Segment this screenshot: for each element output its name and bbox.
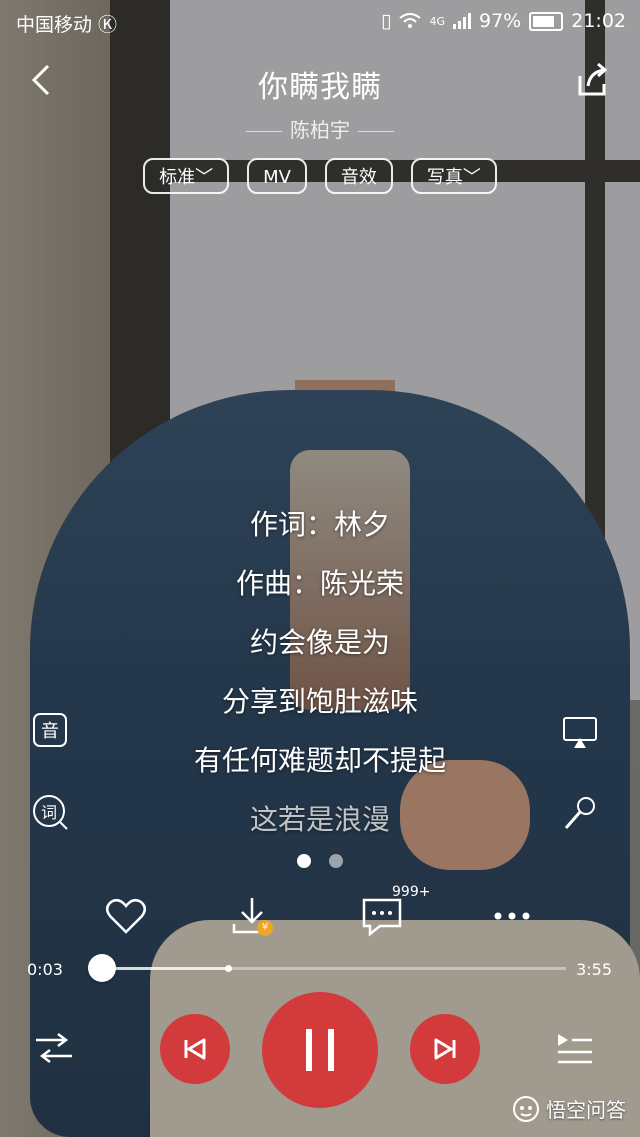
heart-icon[interactable] bbox=[102, 892, 150, 940]
next-button[interactable] bbox=[410, 1014, 480, 1084]
microphone-icon[interactable] bbox=[562, 796, 598, 832]
player-screen: 中国移动 Ⓚ ▯ 4G 97% 21:02 你瞒我瞒 陈柏宇 标准﹀ MV 音效… bbox=[0, 0, 640, 1137]
lyric-line: 分享到饱肚滋味 bbox=[221, 685, 418, 718]
playlist-icon[interactable] bbox=[554, 1030, 594, 1066]
cast-icon[interactable] bbox=[562, 714, 598, 750]
vibrate-icon: ▯ bbox=[381, 10, 392, 32]
mv-chip[interactable]: MV bbox=[247, 158, 307, 194]
song-header: 你瞒我瞒 陈柏宇 标准﹀ MV 音效 写真﹀ bbox=[0, 52, 640, 212]
share-icon[interactable] bbox=[572, 60, 612, 100]
status-icons: ▯ 4G 97% 21:02 bbox=[381, 10, 626, 32]
wukong-logo-icon bbox=[513, 1095, 539, 1122]
lyric-line: 作词：林夕 bbox=[249, 508, 390, 541]
buffer-marker bbox=[224, 965, 232, 972]
progress-bar[interactable]: 0:03 3:55 bbox=[0, 950, 640, 986]
audio-quality-label: 音 bbox=[41, 721, 59, 742]
action-row: ¥ 999+ bbox=[0, 884, 640, 946]
next-icon bbox=[434, 1038, 456, 1060]
network-label: 4G bbox=[429, 14, 445, 28]
more-icon[interactable] bbox=[488, 892, 536, 940]
clock: 21:02 bbox=[571, 10, 626, 32]
artist-name: 陈柏宇 bbox=[290, 118, 350, 142]
signal-icon bbox=[453, 13, 471, 29]
previous-button[interactable] bbox=[160, 1014, 230, 1084]
quality-chip[interactable]: 标准﹀ bbox=[143, 158, 230, 194]
lyric-search-label: 词 bbox=[41, 803, 57, 822]
carrier-label: 中国移动 Ⓚ bbox=[16, 14, 118, 36]
current-time: 0:03 bbox=[27, 960, 63, 979]
artist-row[interactable]: 陈柏宇 bbox=[0, 114, 640, 143]
option-chips: 标准﹀ MV 音效 写真﹀ bbox=[0, 158, 640, 194]
pause-icon bbox=[306, 1029, 334, 1071]
audio-quality-icon[interactable]: 音 bbox=[32, 712, 68, 748]
page-dots bbox=[0, 854, 640, 868]
status-bar: 中国移动 Ⓚ ▯ 4G 97% 21:02 bbox=[0, 0, 640, 44]
song-title: 你瞒我瞒 bbox=[258, 70, 382, 105]
shuffle-icon[interactable] bbox=[34, 1030, 74, 1066]
sound-effect-chip[interactable]: 音效 bbox=[324, 158, 393, 194]
lyric-search-icon[interactable]: 词 bbox=[32, 794, 68, 830]
vip-coin-icon: ¥ bbox=[257, 920, 273, 936]
watermark: 悟空问答 bbox=[512, 1094, 626, 1123]
wifi-icon bbox=[399, 13, 422, 28]
lyrics-panel[interactable]: 作词：林夕 作曲：陈光荣 约会像是为 分享到饱肚滋味 有任何难题却不提起 这若是… bbox=[0, 495, 640, 849]
photo-chip[interactable]: 写真﹀ bbox=[410, 158, 497, 194]
lyric-line: 这若是浪漫 bbox=[249, 803, 390, 836]
previous-icon bbox=[184, 1038, 206, 1060]
battery-icon bbox=[529, 11, 564, 31]
progress-knob[interactable] bbox=[88, 954, 117, 982]
total-time: 3:55 bbox=[576, 960, 612, 979]
pause-button[interactable] bbox=[262, 992, 378, 1108]
page-dot bbox=[329, 854, 343, 868]
watermark-text: 悟空问答 bbox=[546, 1098, 626, 1122]
comment-count-badge: 999+ bbox=[392, 884, 431, 900]
progress-track[interactable] bbox=[96, 965, 566, 972]
lyric-line: 约会像是为 bbox=[249, 626, 390, 659]
battery-percent: 97% bbox=[479, 10, 522, 32]
lyric-line: 作曲：陈光荣 bbox=[235, 567, 404, 600]
lyric-line: 有任何难题却不提起 bbox=[193, 744, 446, 777]
page-dot bbox=[297, 854, 311, 868]
